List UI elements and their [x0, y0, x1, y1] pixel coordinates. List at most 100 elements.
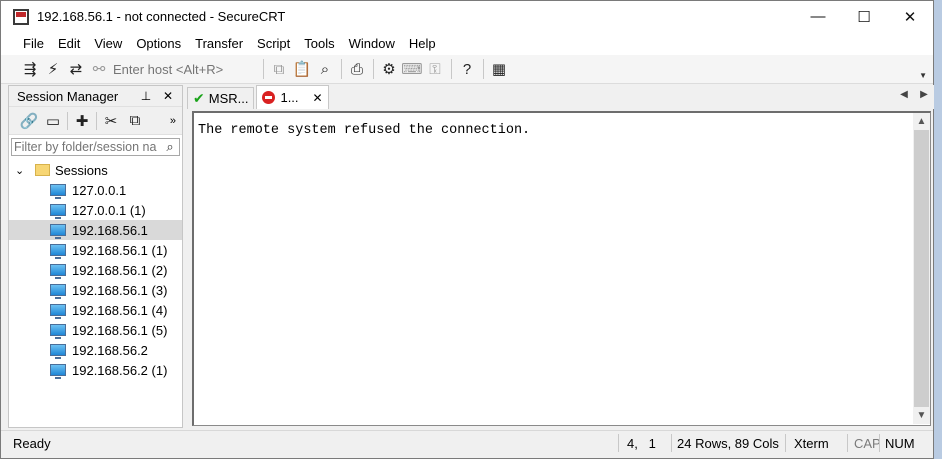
- session-label: 192.168.56.1 (1): [72, 242, 168, 258]
- settings-icon[interactable]: ⚙: [378, 58, 400, 80]
- toolbar-separator: [373, 59, 374, 79]
- connected-check-icon: ✔: [193, 90, 205, 106]
- tab-active-session[interactable]: 1... ✕: [256, 85, 329, 109]
- tab-scroll-left-icon[interactable]: ◀: [894, 89, 914, 100]
- close-button[interactable]: ✕: [887, 1, 933, 32]
- computer-icon: [50, 224, 66, 239]
- sftp-icon[interactable]: ▦: [488, 58, 510, 80]
- session-label: 192.168.56.1 (4): [72, 302, 168, 318]
- close-pane-icon[interactable]: ✕: [160, 89, 176, 103]
- terminal-scrollbar[interactable]: ▲ ▼: [913, 113, 930, 424]
- computer-icon: [50, 344, 66, 359]
- computer-icon: [50, 304, 66, 319]
- folder-sessions[interactable]: ⌄ Sessions: [9, 160, 182, 180]
- session-label: 192.168.56.1 (3): [72, 282, 168, 298]
- add-session-icon[interactable]: ✚: [70, 110, 94, 132]
- maximize-button[interactable]: ☐: [841, 1, 887, 32]
- disconnect-icon[interactable]: ⚯: [88, 58, 110, 80]
- find-icon[interactable]: ⌕: [314, 58, 336, 80]
- folder-icon: [35, 164, 50, 176]
- toolbar-separator: [96, 111, 97, 130]
- connect-icon[interactable]: ⇶: [19, 58, 41, 80]
- menu-help[interactable]: Help: [402, 36, 443, 51]
- menu-script[interactable]: Script: [250, 36, 297, 51]
- status-emulation: Xterm: [794, 435, 829, 451]
- folder-label: Sessions: [55, 162, 108, 178]
- paste-icon[interactable]: 📋: [291, 58, 313, 80]
- session-tree: ⌄ Sessions 127.0.0.1 127.0.0.1 (1) 192.1…: [9, 159, 182, 380]
- session-item[interactable]: 192.168.56.2 (1): [9, 360, 182, 380]
- minimize-button[interactable]: —: [795, 1, 841, 32]
- menu-options[interactable]: Options: [129, 36, 188, 51]
- session-label: 127.0.0.1 (1): [72, 202, 146, 218]
- close-tab-icon[interactable]: ✕: [313, 91, 323, 105]
- computer-icon: [50, 184, 66, 199]
- session-item[interactable]: 127.0.0.1: [9, 180, 182, 200]
- scroll-down-icon[interactable]: ▼: [913, 407, 930, 424]
- link-icon[interactable]: 🔗: [17, 110, 41, 132]
- session-tab-bar: ✔ MSR... 1... ✕ ◀ ▶: [187, 85, 934, 109]
- menu-file[interactable]: File: [16, 36, 51, 51]
- copy-session-icon[interactable]: ⧉: [123, 110, 147, 132]
- session-item[interactable]: 192.168.56.1 (2): [9, 260, 182, 280]
- session-item-selected[interactable]: 192.168.56.1: [9, 220, 182, 240]
- session-item[interactable]: 192.168.56.1 (5): [9, 320, 182, 340]
- terminal-view[interactable]: The remote system refused the connection…: [192, 111, 931, 426]
- session-item[interactable]: 192.168.56.1 (4): [9, 300, 182, 320]
- session-label: 192.168.56.1: [72, 222, 148, 238]
- print-icon[interactable]: ⎙: [346, 58, 368, 80]
- quick-connect-icon[interactable]: ⚡: [42, 58, 64, 80]
- status-divider: [785, 434, 786, 452]
- tab-msr[interactable]: ✔ MSR...: [187, 87, 255, 109]
- enter-host-input[interactable]: [111, 58, 255, 80]
- session-filter-box: ⌕: [11, 138, 180, 156]
- securecrt-window: 192.168.56.1 - not connected - SecureCRT…: [0, 0, 934, 459]
- computer-icon: [50, 264, 66, 279]
- keygen-icon[interactable]: ⚿: [424, 58, 446, 80]
- toolbar-separator: [263, 59, 264, 79]
- menu-edit[interactable]: Edit: [51, 36, 87, 51]
- menu-bar: File Edit View Options Transfer Script T…: [1, 32, 933, 55]
- status-state: Ready: [13, 435, 51, 451]
- pin-icon[interactable]: ⊥: [138, 89, 154, 103]
- tab-navigation: ◀ ▶: [894, 89, 934, 100]
- more-icon[interactable]: »: [170, 115, 176, 127]
- session-item[interactable]: 192.168.56.1 (1): [9, 240, 182, 260]
- session-item[interactable]: 192.168.56.2: [9, 340, 182, 360]
- toolbar-separator: [451, 59, 452, 79]
- session-filter-input[interactable]: [12, 140, 161, 154]
- computer-icon: [50, 364, 66, 379]
- session-label: 192.168.56.2: [72, 342, 148, 358]
- help-icon[interactable]: ?: [456, 58, 478, 80]
- menu-window[interactable]: Window: [342, 36, 402, 51]
- menu-view[interactable]: View: [87, 36, 129, 51]
- status-num-lock: NUM: [885, 435, 915, 451]
- scroll-up-icon[interactable]: ▲: [913, 113, 930, 130]
- tab-scroll-right-icon[interactable]: ▶: [914, 89, 934, 100]
- computer-icon: [50, 204, 66, 219]
- tab-label: MSR...: [208, 91, 249, 106]
- reconnect-icon[interactable]: ⇄: [65, 58, 87, 80]
- search-icon[interactable]: ⌕: [161, 139, 179, 155]
- status-bar: Ready 4, 1 24 Rows, 89 Cols Xterm CAP NU…: [1, 430, 933, 454]
- toolbar-overflow-icon[interactable]: ▼: [919, 71, 927, 80]
- status-divider: [847, 434, 848, 452]
- copy-icon[interactable]: ⧉: [268, 58, 290, 80]
- scrollbar-thumb[interactable]: [914, 130, 929, 407]
- toolbar-separator: [341, 59, 342, 79]
- securecrt-app-icon: [13, 8, 29, 25]
- status-divider: [671, 434, 672, 452]
- chevron-down-icon[interactable]: ⌄: [15, 164, 29, 177]
- menu-tools[interactable]: Tools: [297, 36, 341, 51]
- session-item[interactable]: 192.168.56.1 (3): [9, 280, 182, 300]
- session-manager-header: Session Manager ⊥ ✕: [9, 86, 182, 107]
- cut-icon[interactable]: ✂: [99, 110, 123, 132]
- properties-icon[interactable]: ▭: [41, 110, 65, 132]
- session-item[interactable]: 127.0.0.1 (1): [9, 200, 182, 220]
- session-manager-pane: Session Manager ⊥ ✕ 🔗 ▭ ✚ ✂ ⧉ » ⌕ ⌄ Sess…: [8, 85, 183, 428]
- computer-icon: [50, 324, 66, 339]
- computer-icon: [50, 244, 66, 259]
- menu-transfer[interactable]: Transfer: [188, 36, 250, 51]
- main-toolbar: ⇶ ⚡ ⇄ ⚯ ⧉ 📋 ⌕ ⎙ ⚙ ⌨ ⚿ ? ▦ ▼: [1, 55, 933, 84]
- keymap-icon[interactable]: ⌨: [401, 58, 423, 80]
